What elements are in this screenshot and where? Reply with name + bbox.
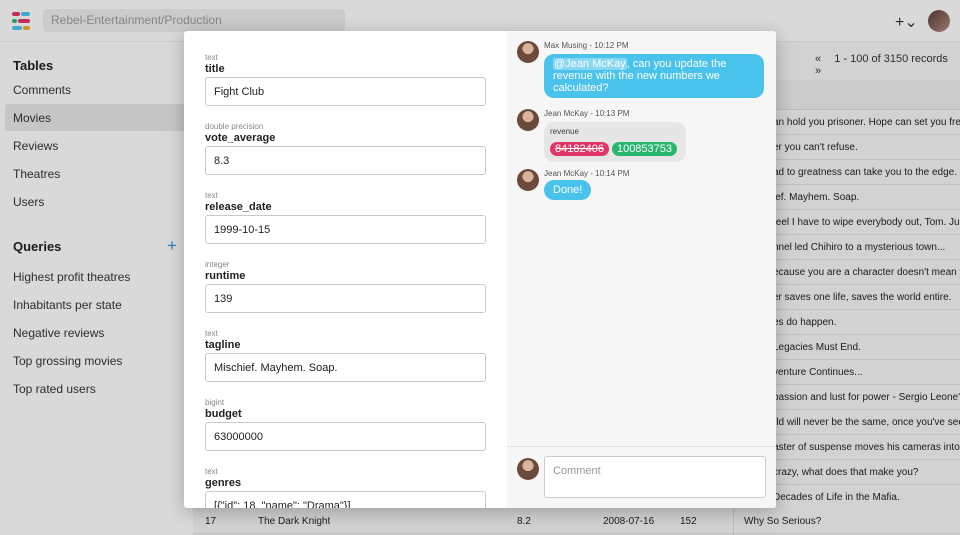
- field-name-label: genres: [205, 477, 242, 489]
- chat-message: Max Musing - 10:12 PM @Jean McKay, can y…: [517, 41, 772, 101]
- field-runtime: integer runtime 139: [205, 260, 487, 313]
- field-title: text title Fight Club: [205, 53, 487, 106]
- avatar: [517, 41, 539, 63]
- field-type-label: text: [205, 467, 218, 476]
- changed-field-label: revenue: [550, 127, 579, 136]
- message-meta: Jean McKay - 10:13 PM: [544, 109, 630, 118]
- field-name-label: title: [205, 63, 225, 75]
- message-meta: Max Musing - 10:12 PM: [544, 41, 629, 50]
- field-release-date: text release_date 1999-10-15: [205, 191, 487, 244]
- field-name-label: budget: [205, 408, 242, 420]
- field-name-label: tagline: [205, 339, 241, 351]
- field-name-label: release_date: [205, 201, 272, 213]
- field-type-label: bigint: [205, 398, 225, 407]
- field-type-label: double precision: [205, 122, 264, 131]
- field-type-label: text: [205, 53, 218, 62]
- title-input[interactable]: Fight Club: [205, 77, 486, 106]
- avatar: [517, 169, 539, 191]
- value-change-bubble: revenue 84182406 100853753: [544, 122, 687, 162]
- field-name-label: vote_average: [205, 132, 276, 144]
- budget-input[interactable]: 63000000: [205, 422, 486, 451]
- field-budget: bigint budget 63000000: [205, 398, 487, 451]
- avatar: [517, 109, 539, 131]
- tagline-input[interactable]: Mischief. Mayhem. Soap.: [205, 353, 486, 382]
- genres-input[interactable]: [{"id": 18, "name": "Drama"}]: [205, 491, 486, 508]
- record-form: text title Fight Club double precision v…: [184, 31, 507, 508]
- divider: [507, 446, 776, 447]
- comments-pane: Max Musing - 10:12 PM @Jean McKay, can y…: [507, 31, 776, 508]
- field-vote-average: double precision vote_average 8.3: [205, 122, 487, 175]
- avatar: [517, 458, 539, 480]
- comment-input[interactable]: Comment: [544, 456, 766, 498]
- field-type-label: text: [205, 191, 218, 200]
- message-bubble: @Jean McKay, can you update the revenue …: [544, 54, 764, 98]
- runtime-input[interactable]: 139: [205, 284, 486, 313]
- old-value-badge: 84182406: [550, 142, 609, 156]
- field-tagline: text tagline Mischief. Mayhem. Soap.: [205, 329, 487, 382]
- chat-message: Jean McKay - 10:14 PM Done!: [517, 169, 772, 209]
- release-date-input[interactable]: 1999-10-15: [205, 215, 486, 244]
- field-type-label: integer: [205, 260, 230, 269]
- message-bubble: Done!: [544, 180, 592, 200]
- vote-average-input[interactable]: 8.3: [205, 146, 486, 175]
- record-editor-modal: text title Fight Club double precision v…: [184, 31, 776, 508]
- new-value-badge: 100853753: [611, 142, 678, 156]
- field-type-label: text: [205, 329, 218, 338]
- mention-tag[interactable]: @Jean McKay: [553, 58, 627, 70]
- message-meta: Jean McKay - 10:14 PM: [544, 169, 630, 178]
- chat-message: Jean McKay - 10:13 PM revenue 84182406 10…: [517, 109, 772, 162]
- field-name-label: runtime: [205, 270, 246, 282]
- field-genres: text genres [{"id": 18, "name": "Drama"}…: [205, 467, 487, 508]
